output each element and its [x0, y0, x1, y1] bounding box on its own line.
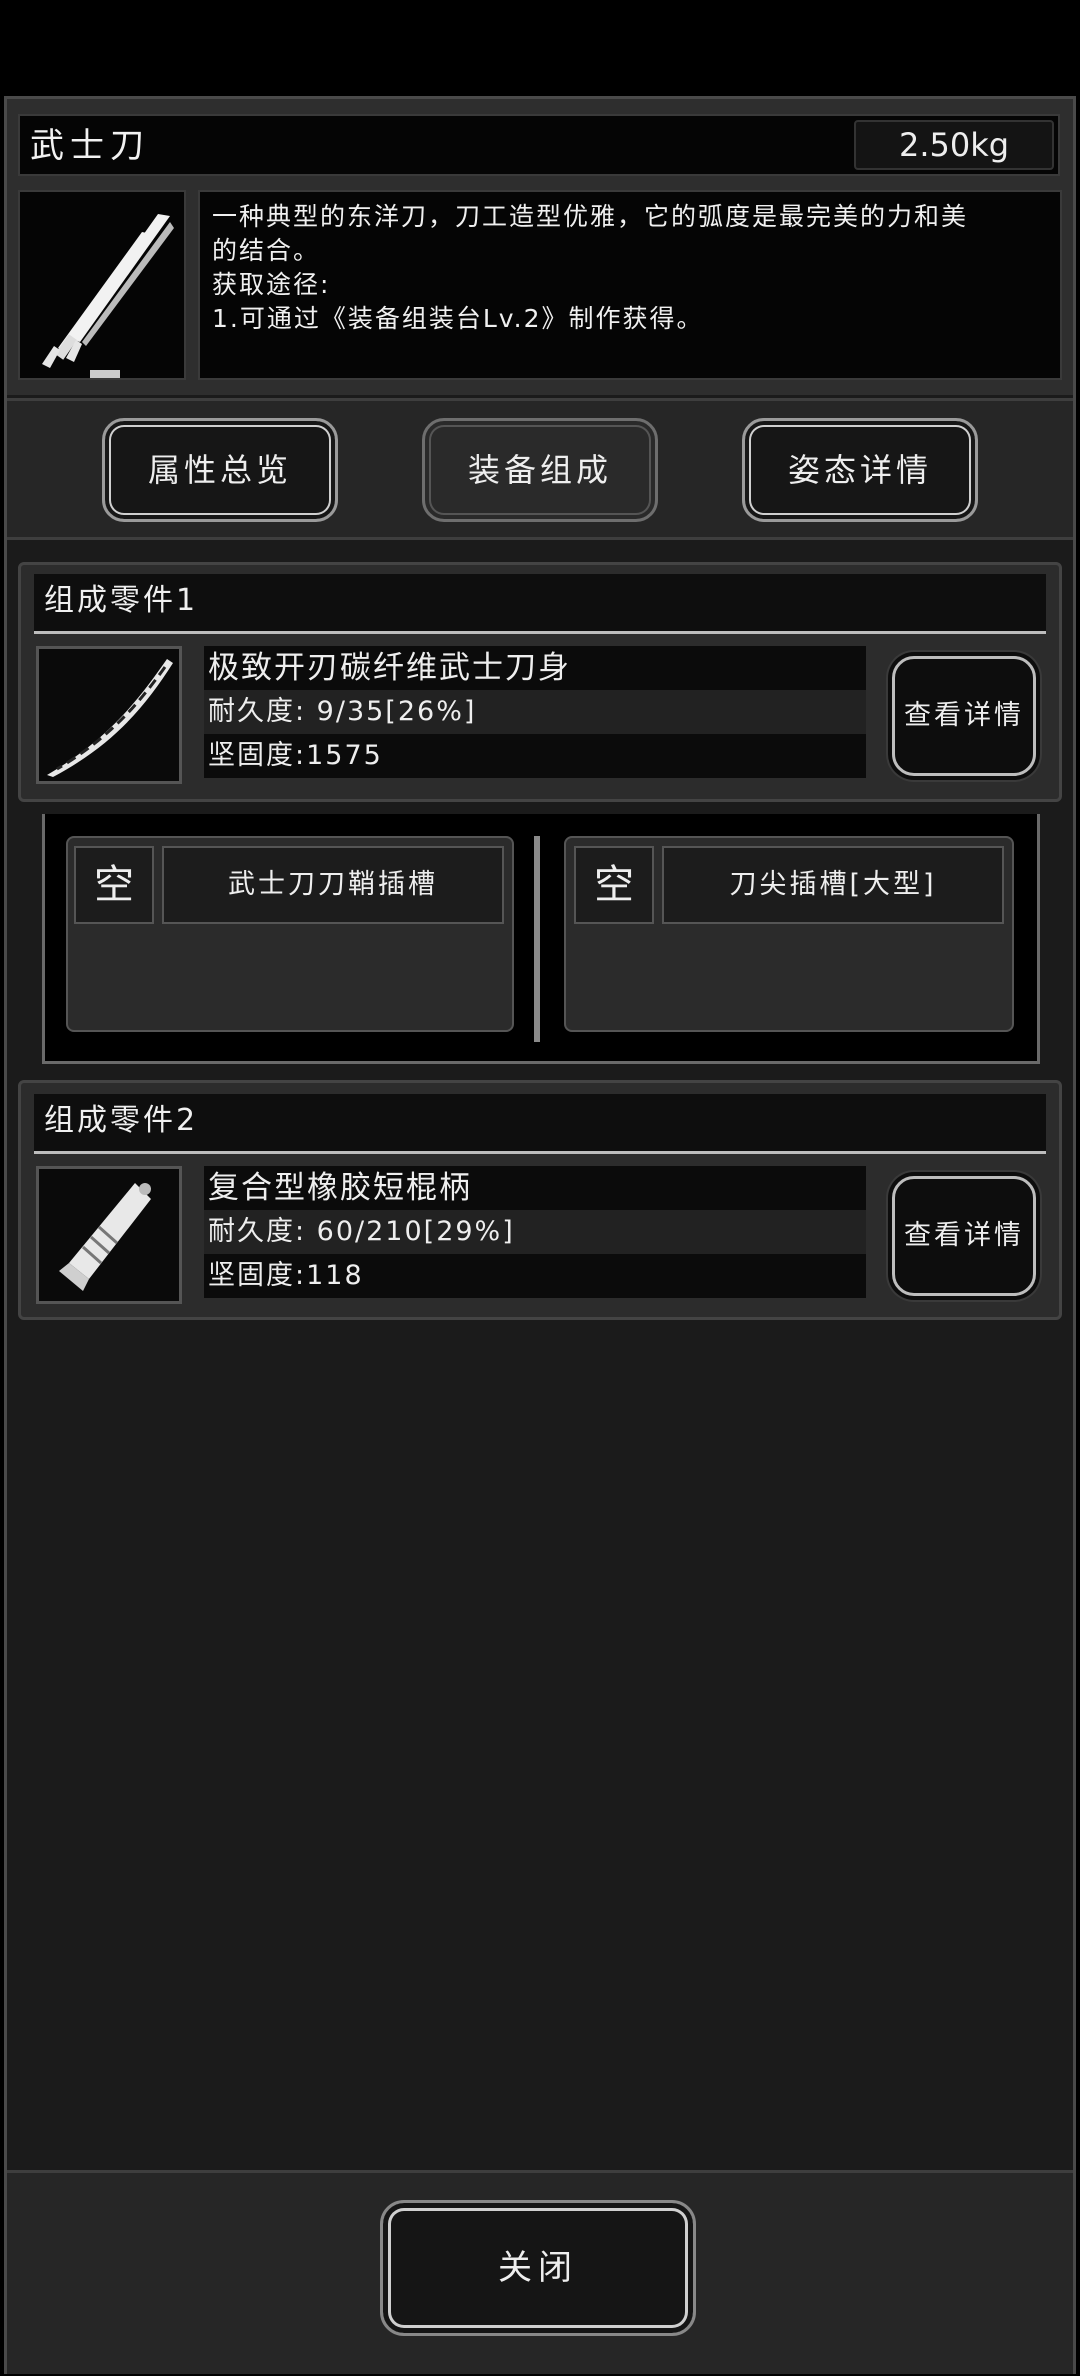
tab-attribute-overview[interactable]: 属性总览: [102, 418, 338, 522]
handle-icon: [59, 1183, 151, 1291]
part-name: 极致开刃碳纤维武士刀身: [204, 646, 866, 690]
item-title: 武士刀: [30, 126, 150, 166]
part-thumbnail: [36, 1166, 182, 1304]
slot-divider: [534, 836, 540, 1042]
slot-label: 刀尖插槽[大型]: [662, 846, 1004, 924]
blade-icon: [47, 659, 173, 777]
tab-equipment-composition[interactable]: 装备组成: [422, 418, 658, 522]
part-info: 极致开刃碳纤维武士刀身 耐久度: 9/35[26%] 坚固度:1575: [204, 646, 866, 784]
item-weight: 2.50kg: [854, 120, 1054, 170]
view-details-button[interactable]: 查看详情: [892, 1176, 1036, 1296]
part-section-title: 组成零件1: [34, 574, 1046, 634]
tab-stance-details[interactable]: 姿态详情: [742, 418, 978, 522]
slot-state: 空: [74, 846, 154, 924]
part-section-title: 组成零件2: [34, 1094, 1046, 1154]
acquire-label: 获取途径:: [212, 270, 331, 299]
part-durability: 耐久度: 60/210[29%]: [204, 1210, 866, 1254]
description-line: 的结合。: [212, 236, 321, 265]
part-thumbnail: [36, 646, 182, 784]
close-button[interactable]: 关闭: [380, 2200, 696, 2336]
status-bar-area: [0, 0, 1080, 96]
part-name: 复合型橡胶短棍柄: [204, 1166, 866, 1210]
item-description: 一种典型的东洋刀，刀工造型优雅，它的弧度是最完美的力和美 的结合。 获取途径: …: [198, 190, 1062, 380]
slot-label: 武士刀刀鞘插槽: [162, 846, 504, 924]
slot-state: 空: [574, 846, 654, 924]
part-durability: 耐久度: 9/35[26%]: [204, 690, 866, 734]
item-icon-frame: [18, 190, 186, 380]
part-hardness: 坚固度:118: [204, 1254, 866, 1298]
part-info: 复合型橡胶短棍柄 耐久度: 60/210[29%] 坚固度:118: [204, 1166, 866, 1304]
acquire-method: 1.可通过《装备组装台Lv.2》制作获得。: [212, 304, 704, 333]
description-line: 一种典型的东洋刀，刀工造型优雅，它的弧度是最完美的力和美: [212, 202, 969, 231]
katana-icon: [42, 214, 174, 378]
view-details-button[interactable]: 查看详情: [892, 656, 1036, 776]
part-hardness: 坚固度:1575: [204, 734, 866, 778]
